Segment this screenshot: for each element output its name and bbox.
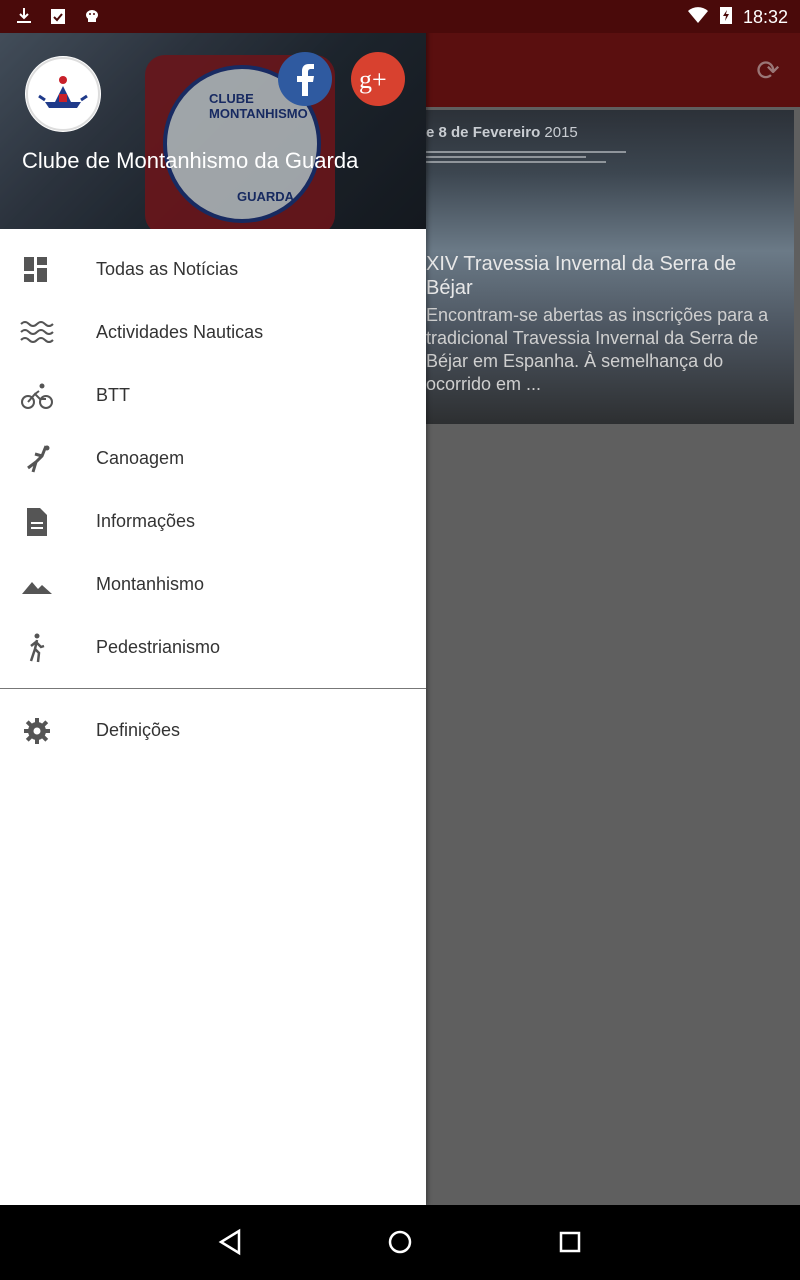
card-banner: e 8 de Fevereiro 2015 [426,124,578,141]
canoe-icon [20,444,54,474]
menu-item-label: Canoagem [96,448,185,468]
app-bar: ⟳ [426,33,800,107]
drawer-menu: Todas as Notícias Actividades Nauticas B… [0,238,426,679]
menu-item-canoagem[interactable]: Canoagem [0,427,426,490]
svg-text:g+: g+ [359,65,387,94]
menu-item-label: Actividades Nauticas [96,322,264,342]
status-bar: 18:32 [0,0,800,33]
document-icon [20,507,54,537]
menu-item-label: Definições [96,720,181,740]
news-card[interactable]: e 8 de Fevereiro 2015 XIV Travessia Inve… [426,110,794,424]
android-icon [82,6,102,26]
recents-icon[interactable] [555,1227,585,1257]
menu-item-label: Pedestrianismo [96,637,221,657]
menu-item-pedestrianismo[interactable]: Pedestrianismo [0,616,426,679]
menu-item-todas-noticias[interactable]: Todas as Notícias [0,238,426,301]
menu-item-actividades-nauticas[interactable]: Actividades Nauticas [0,301,426,364]
menu-divider [0,688,426,689]
card-banner-text: e 8 de Fevereiro [426,124,541,141]
clock: 18:32 [742,7,788,27]
card-excerpt: Encontram-se abertas as inscrições para … [426,305,769,394]
back-icon[interactable] [215,1227,245,1257]
menu-item-label: Montanhismo [96,574,205,594]
menu-item-montanhismo[interactable]: Montanhismo [0,553,426,616]
mountain-icon [20,570,54,600]
card-title: XIV Travessia Invernal da Serra de Béjar [426,253,737,299]
google-plus-icon[interactable]: g+ [351,52,405,106]
dashboard-icon [20,255,54,285]
clipboard-check-icon [48,6,68,26]
facebook-icon[interactable] [278,52,332,106]
refresh-icon[interactable]: ⟳ [754,57,782,85]
club-name: Clube de Montanhismo da Guarda [22,148,359,173]
drawer-header: CLUBE MONTANHISMO GUARDA g+ Clube de Mon… [0,0,426,229]
waves-icon [20,318,54,348]
download-icon [14,6,34,26]
gear-icon [20,716,54,746]
home-icon[interactable] [385,1227,415,1257]
system-nav-bar [0,1205,800,1280]
menu-item-definicoes[interactable]: Definições [0,699,426,762]
menu-item-label: Informações [96,511,196,531]
menu-item-informacoes[interactable]: Informações [0,490,426,553]
navigation-drawer: CLUBE MONTANHISMO GUARDA g+ Clube de Mon… [0,0,426,1205]
wifi-icon [687,6,709,29]
card-fine-print [426,148,626,166]
club-logo[interactable] [25,56,101,132]
menu-item-btt[interactable]: BTT [0,364,426,427]
menu-item-label: Todas as Notícias [96,259,239,279]
walk-icon [20,633,54,663]
menu-item-label: BTT [96,385,130,405]
card-banner-year: 2015 [544,124,578,141]
bike-icon [20,381,54,411]
battery-charging-icon [719,5,733,30]
